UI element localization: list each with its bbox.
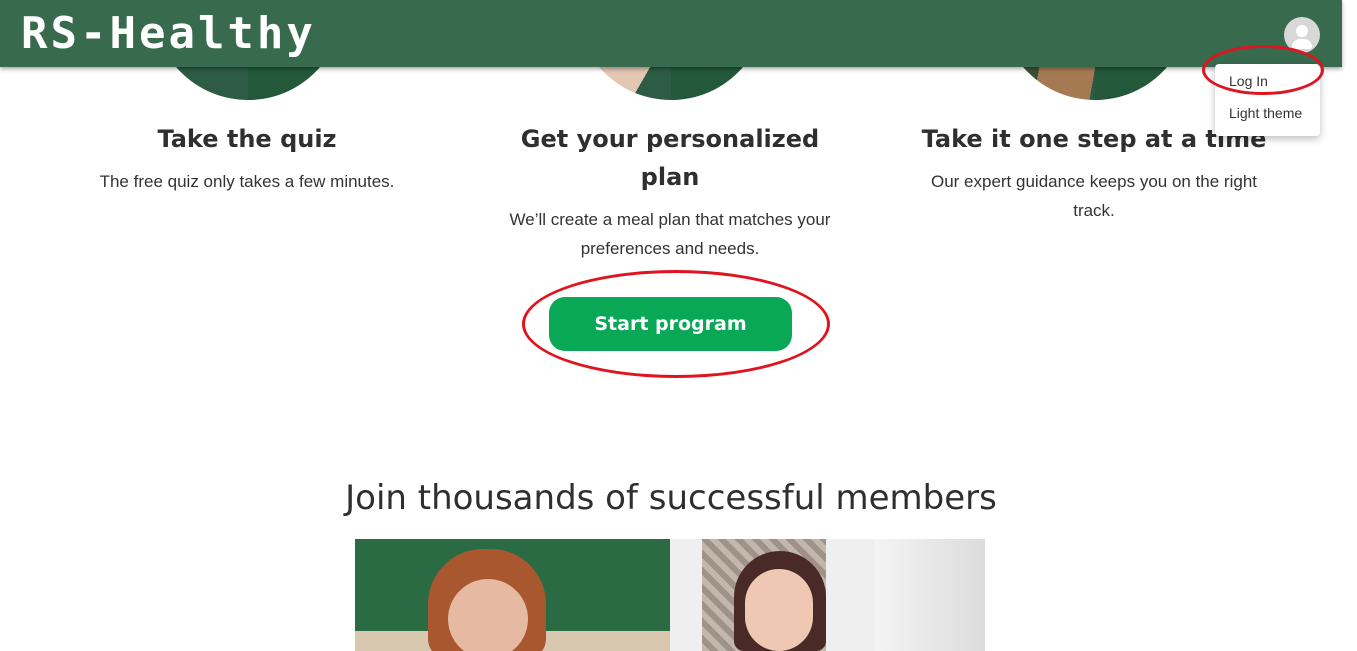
step-description: The free quiz only takes a few minutes. [99, 172, 395, 191]
step-quiz: Take the quiz The free quiz only takes a… [67, 120, 427, 196]
step-title: Take the quiz [157, 125, 337, 153]
members-heading: Join thousands of successful members [345, 478, 997, 518]
step-plan: Get your personalized plan We’ll create … [490, 120, 850, 263]
menu-item-light-theme[interactable]: Light theme [1229, 105, 1302, 121]
account-circle-icon[interactable] [1284, 17, 1320, 53]
step-description: Our expert guidance keeps you on the rig… [930, 172, 1258, 220]
step-description: We’ll create a meal plan that matches yo… [509, 210, 831, 258]
start-program-button[interactable]: Start program [549, 297, 792, 351]
brand-logo[interactable]: RS-Healthy [21, 8, 316, 59]
top-app-bar: RS-Healthy [0, 0, 1342, 67]
step-title: Get your personalized plan [520, 125, 820, 191]
member-photo-2 [670, 539, 985, 651]
member-photo-1 [355, 539, 670, 651]
user-menu: Log In Light theme [1215, 64, 1320, 136]
menu-item-login[interactable]: Log In [1229, 73, 1268, 89]
